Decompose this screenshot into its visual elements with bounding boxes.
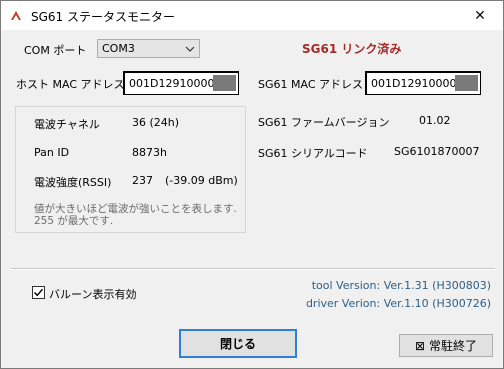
close-button-label: 閉じる: [219, 337, 256, 351]
balloon-label[interactable]: バルーン表示有効: [49, 286, 136, 302]
sg61-mac-value: 001D12910000: [371, 77, 457, 90]
serial-value: SG6101870007: [394, 145, 480, 158]
close-button[interactable]: 閉じる: [179, 329, 297, 358]
rssi-value: 237: [132, 174, 153, 187]
tool-version: tool Version: Ver.1.31 (H300803): [311, 279, 491, 292]
divider: [11, 268, 495, 270]
quit-resident-button[interactable]: ⊠ 常駐終了: [399, 334, 493, 357]
window-title: SG61 ステータスモニター: [31, 10, 176, 24]
rssi-dbm: (-39.09 dBm): [165, 174, 238, 187]
channel-value: 36 (24h): [132, 116, 180, 129]
sg61-mac-label: SG61 MAC アドレス: [258, 78, 363, 91]
serial-label: SG61 シリアルコード: [258, 147, 368, 160]
host-mac-value: 001D12910000: [129, 77, 215, 90]
com-port-label: COM ポート: [24, 44, 87, 57]
rssi-hint-line-1: 値が大きいほど電波が強いことを表します.: [34, 203, 237, 215]
checkmark-icon: [34, 288, 44, 297]
panid-value: 8873h: [132, 146, 167, 159]
exit-icon: ⊠: [414, 338, 426, 353]
app-signal-icon: [11, 11, 21, 20]
rssi-hint-line-2: 255 が最大です.: [34, 215, 114, 227]
host-mac-field: 001D12910000: [123, 71, 239, 95]
com-port-select[interactable]: COM3: [97, 39, 200, 58]
window-close-icon[interactable]: ✕: [457, 1, 503, 30]
sg61-mac-field: 001D12910000: [365, 71, 481, 95]
title-bar[interactable]: SG61 ステータスモニター ✕: [1, 1, 503, 30]
panid-label: Pan ID: [34, 146, 70, 159]
sg61-mac-selection: [455, 75, 478, 91]
rssi-label: 電波強度(RSSI): [34, 176, 112, 189]
window-content: COM ポート COM3 SG61 リンク済み ホスト MAC アドレス 001…: [1, 30, 503, 368]
status-monitor-window: SG61 ステータスモニター ✕ COM ポート COM3 SG61 リンク済み…: [0, 0, 504, 369]
rssi-hint: 値が大きいほど電波が強いことを表します. 255 が最大です.: [34, 203, 254, 227]
host-mac-label: ホスト MAC アドレス: [16, 78, 125, 91]
chevron-down-icon: [185, 46, 195, 52]
com-port-value: COM3: [102, 42, 135, 55]
firmware-value: 01.02: [419, 114, 451, 127]
firmware-label: SG61 ファームバージョン: [258, 116, 390, 129]
host-mac-selection: [213, 75, 236, 91]
quit-resident-label: 常駐終了: [429, 339, 478, 353]
link-status-text: SG61 リンク済み: [302, 42, 402, 56]
channel-label: 電波チャネル: [34, 118, 100, 131]
driver-version: driver Verion: Ver.1.10 (H300726): [305, 297, 491, 310]
balloon-checkbox[interactable]: [32, 286, 45, 299]
